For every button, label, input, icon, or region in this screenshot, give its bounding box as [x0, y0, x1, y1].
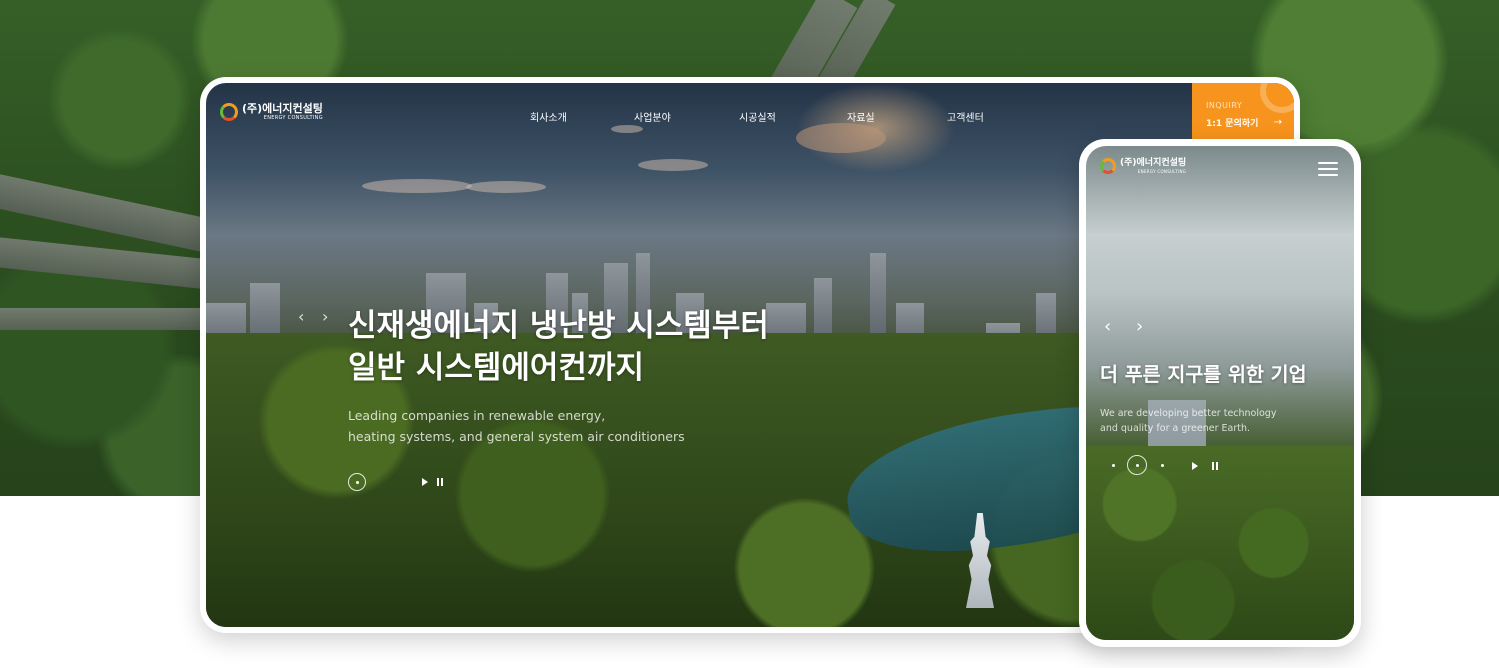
mobile-device-frame: (주)에너지컨설팅 ENERGY CONSULTING ‹ › 더 푸른 지구를… — [1079, 139, 1361, 647]
site-logo[interactable]: (주)에너지컨설팅 ENERGY CONSULTING — [220, 103, 323, 121]
chevron-left-icon[interactable]: ‹ — [1104, 318, 1111, 336]
hero-subtext-line: heating systems, and general system air … — [348, 429, 685, 444]
hero-headline: 신재생에너지 냉난방 시스템부터 일반 시스템에어컨까지 — [348, 305, 769, 389]
chevron-right-icon[interactable]: › — [1136, 318, 1143, 336]
logo-text: (주)에너지컨설팅 ENERGY CONSULTING — [1120, 157, 1187, 174]
play-icon[interactable] — [422, 478, 428, 486]
nav-item-company[interactable]: 회사소개 — [530, 109, 567, 124]
slide-indicator[interactable] — [1161, 464, 1164, 467]
hero-subtext: We are developing better technology and … — [1100, 406, 1276, 436]
cloud — [466, 181, 546, 193]
nav-item-support[interactable]: 고객센터 — [947, 109, 984, 124]
nav-item-business[interactable]: 사업분야 — [634, 109, 671, 124]
hero-headline-line: 신재생에너지 냉난방 시스템부터 — [348, 308, 769, 344]
logo-name-kr: (주)에너지컨설팅 — [242, 102, 323, 115]
hero-subtext-line: We are developing better technology — [1100, 408, 1277, 419]
slide-indicator-active[interactable] — [1127, 455, 1147, 475]
desktop-header: (주)에너지컨설팅 ENERGY CONSULTING 회사소개 사업분야 시공… — [206, 83, 1294, 141]
highway-road — [0, 308, 220, 330]
hero-subtext-line: and quality for a greener Earth. — [1100, 423, 1251, 434]
hero-subtext-line: Leading companies in renewable energy, — [348, 408, 606, 423]
nav-item-archive[interactable]: 자료실 — [847, 109, 875, 124]
slide-indicator-active[interactable] — [348, 473, 366, 491]
chevron-left-icon[interactable]: ‹ — [298, 309, 304, 325]
logo-text: (주)에너지컨설팅 ENERGY CONSULTING — [242, 103, 323, 121]
inquiry-text: 1:1 문의하기 — [1206, 119, 1259, 129]
play-icon[interactable] — [1192, 462, 1198, 470]
cloud — [362, 179, 472, 193]
cloud — [638, 159, 708, 171]
mockup-stage: (주)에너지컨설팅 ENERGY CONSULTING 회사소개 사업분야 시공… — [0, 0, 1499, 668]
logo-name-en: ENERGY CONSULTING — [263, 115, 323, 121]
forest-park — [1086, 446, 1354, 640]
chevron-right-icon[interactable]: › — [322, 309, 328, 325]
slide-indicator[interactable] — [1112, 464, 1115, 467]
site-logo[interactable]: (주)에너지컨설팅 ENERGY CONSULTING — [1100, 158, 1186, 174]
pause-icon[interactable] — [1212, 462, 1218, 470]
hero-subtext: Leading companies in renewable energy, h… — [348, 405, 685, 447]
inquiry-button[interactable]: INQUIRY 1:1 문의하기 → — [1192, 83, 1294, 141]
nav-item-projects[interactable]: 시공실적 — [739, 109, 776, 124]
hero-headline-line: 일반 시스템에어컨까지 — [348, 350, 644, 386]
arrow-right-icon: → — [1273, 117, 1282, 128]
logo-name-kr: (주)에너지컨설팅 — [1120, 157, 1187, 168]
logo-mark-icon — [1100, 158, 1116, 174]
logo-name-en: ENERGY CONSULTING — [1137, 168, 1187, 174]
logo-mark-icon — [220, 103, 238, 121]
mobile-hero-screen: (주)에너지컨설팅 ENERGY CONSULTING ‹ › 더 푸른 지구를… — [1086, 146, 1354, 640]
pause-icon[interactable] — [437, 478, 443, 486]
hero-headline: 더 푸른 지구를 위한 기업 — [1100, 363, 1307, 386]
inquiry-row: 1:1 문의하기 → — [1206, 116, 1282, 129]
hamburger-menu-icon[interactable] — [1318, 162, 1338, 176]
